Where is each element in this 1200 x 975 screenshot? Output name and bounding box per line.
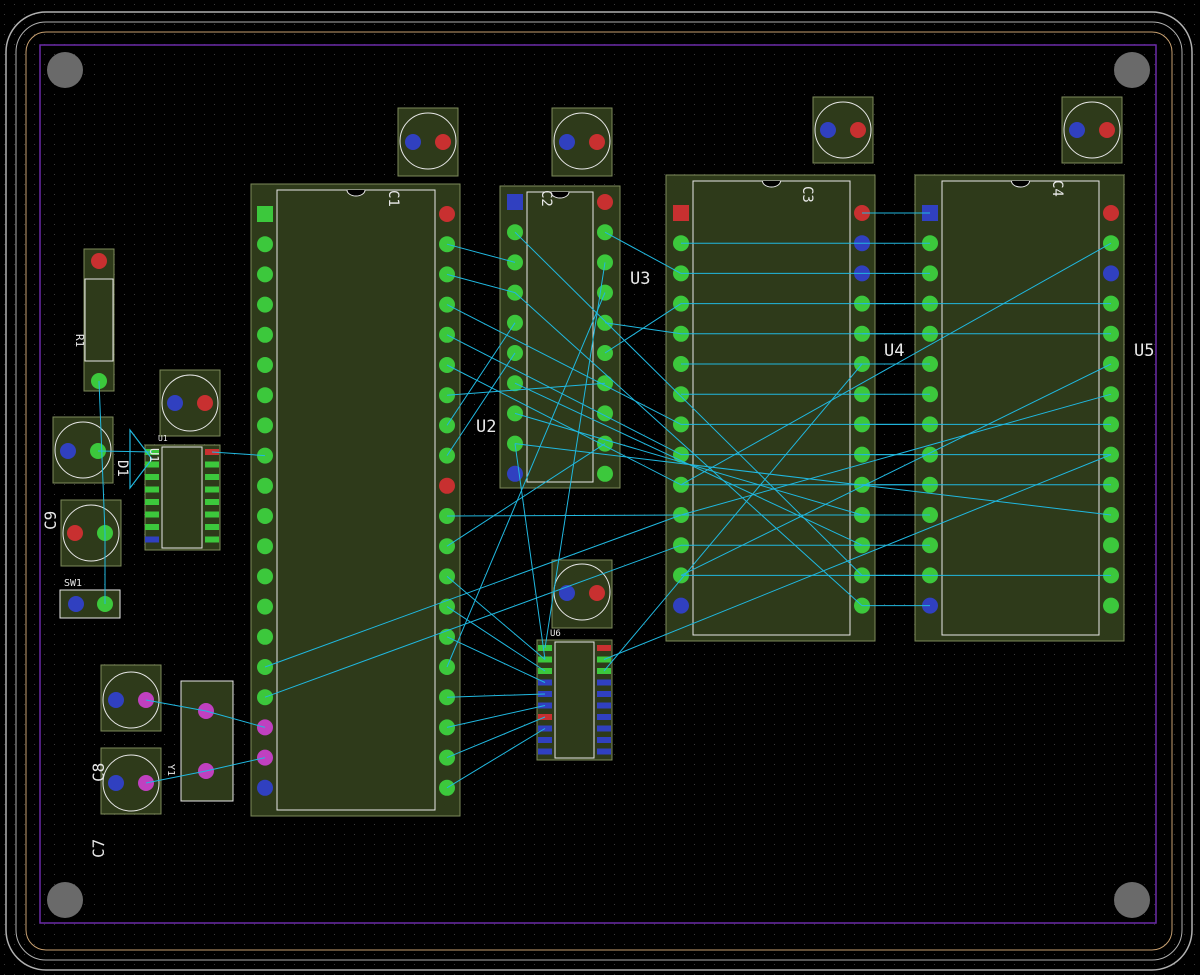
- footprint-u2[interactable]: [250, 183, 461, 817]
- smd-pad[interactable]: [145, 536, 159, 543]
- pad[interactable]: [597, 465, 613, 482]
- smd-pad[interactable]: [597, 737, 611, 743]
- ref-u1[interactable]: U1: [158, 434, 168, 443]
- smd-pad[interactable]: [597, 702, 611, 709]
- pad[interactable]: [405, 134, 421, 150]
- pad[interactable]: [589, 134, 605, 150]
- smd-pad[interactable]: [597, 748, 611, 755]
- pad[interactable]: [257, 568, 273, 585]
- pad[interactable]: [257, 296, 273, 313]
- smd-pad[interactable]: [597, 645, 611, 651]
- smd-pad[interactable]: [205, 461, 219, 468]
- pad[interactable]: [257, 538, 273, 555]
- smd-pad[interactable]: [205, 511, 219, 518]
- pad[interactable]: [257, 326, 273, 343]
- pad[interactable]: [257, 508, 273, 524]
- pad[interactable]: [167, 395, 183, 411]
- pad[interactable]: [1099, 122, 1115, 138]
- pad[interactable]: [1103, 205, 1119, 221]
- pad[interactable]: [559, 585, 575, 601]
- pad[interactable]: [589, 585, 605, 601]
- smd-pad[interactable]: [145, 486, 159, 493]
- ref-c8[interactable]: C8: [89, 763, 108, 782]
- ref-u2[interactable]: U2: [476, 417, 496, 437]
- ref-y1[interactable]: Y1: [165, 764, 176, 776]
- smd-pad[interactable]: [597, 725, 611, 732]
- pad[interactable]: [1103, 597, 1119, 614]
- ref-c3[interactable]: C3: [799, 186, 815, 203]
- smd-pad[interactable]: [205, 499, 219, 505]
- pad[interactable]: [559, 134, 575, 150]
- pad[interactable]: [108, 775, 124, 791]
- pad[interactable]: [507, 194, 523, 210]
- pad[interactable]: [108, 692, 124, 708]
- pad[interactable]: [197, 395, 213, 411]
- ref-c9[interactable]: C9: [41, 511, 60, 530]
- pad[interactable]: [257, 417, 273, 434]
- pad[interactable]: [257, 206, 273, 222]
- mounting-hole-icon[interactable]: [1114, 52, 1150, 88]
- pad[interactable]: [435, 134, 451, 150]
- smd-pad[interactable]: [597, 714, 611, 720]
- pad[interactable]: [60, 443, 76, 459]
- ref-u5[interactable]: U5: [1134, 341, 1154, 361]
- ref-c4[interactable]: C4: [1049, 180, 1065, 197]
- smd-pad[interactable]: [145, 474, 159, 480]
- ref-c7[interactable]: C7: [89, 839, 108, 858]
- ref-u6[interactable]: U6: [550, 629, 561, 639]
- footprint-y1[interactable]: [180, 680, 234, 802]
- ref-u3[interactable]: U3: [630, 269, 650, 289]
- ref-d1[interactable]: D1: [114, 460, 130, 477]
- footprint-u4[interactable]: [665, 174, 876, 642]
- pad[interactable]: [257, 387, 273, 404]
- pad[interactable]: [91, 253, 107, 269]
- pad[interactable]: [820, 122, 836, 138]
- smd-pad[interactable]: [538, 737, 552, 743]
- pad[interactable]: [257, 357, 273, 373]
- pad[interactable]: [507, 465, 523, 482]
- ref-r1[interactable]: R1: [73, 334, 86, 347]
- pad[interactable]: [257, 598, 273, 615]
- ref-c2[interactable]: C2: [538, 190, 554, 207]
- ref-c1[interactable]: C1: [385, 190, 401, 207]
- pad[interactable]: [257, 266, 273, 283]
- pad[interactable]: [1103, 265, 1119, 282]
- smd-pad[interactable]: [205, 474, 219, 480]
- smd-pad[interactable]: [145, 511, 159, 518]
- footprint-r1[interactable]: [83, 248, 115, 392]
- pad[interactable]: [68, 596, 84, 612]
- smd-pad[interactable]: [145, 499, 159, 505]
- ref-u4[interactable]: U4: [884, 341, 904, 361]
- smd-pad[interactable]: [205, 536, 219, 543]
- pad[interactable]: [1069, 122, 1085, 138]
- mounting-hole-icon[interactable]: [47, 52, 83, 88]
- smd-pad[interactable]: [597, 691, 611, 697]
- pad[interactable]: [257, 477, 273, 494]
- pad[interactable]: [597, 194, 613, 210]
- pcb-editor-canvas[interactable]: U2 U3 U4 U5 U6 SW1 U1 C1 C2 C3 C4 R1 D1 …: [0, 0, 1200, 975]
- ref-sw1[interactable]: SW1: [64, 578, 82, 589]
- pad[interactable]: [850, 122, 866, 138]
- footprint-u5[interactable]: [914, 174, 1125, 642]
- pad[interactable]: [439, 206, 455, 222]
- pad[interactable]: [1103, 537, 1119, 554]
- smd-pad[interactable]: [597, 679, 611, 686]
- pad[interactable]: [673, 205, 689, 221]
- pad[interactable]: [67, 525, 83, 541]
- pad[interactable]: [439, 477, 455, 494]
- pad[interactable]: [257, 779, 273, 796]
- smd-pad[interactable]: [205, 524, 219, 530]
- pad[interactable]: [673, 597, 689, 614]
- pad[interactable]: [257, 628, 273, 645]
- smd-pad[interactable]: [205, 486, 219, 493]
- ref-u1-rot[interactable]: U1: [147, 448, 161, 462]
- mounting-hole-icon[interactable]: [47, 882, 83, 918]
- mounting-hole-icon[interactable]: [1114, 882, 1150, 918]
- smd-pad[interactable]: [538, 748, 552, 755]
- pad[interactable]: [257, 236, 273, 253]
- smd-pad[interactable]: [145, 524, 159, 530]
